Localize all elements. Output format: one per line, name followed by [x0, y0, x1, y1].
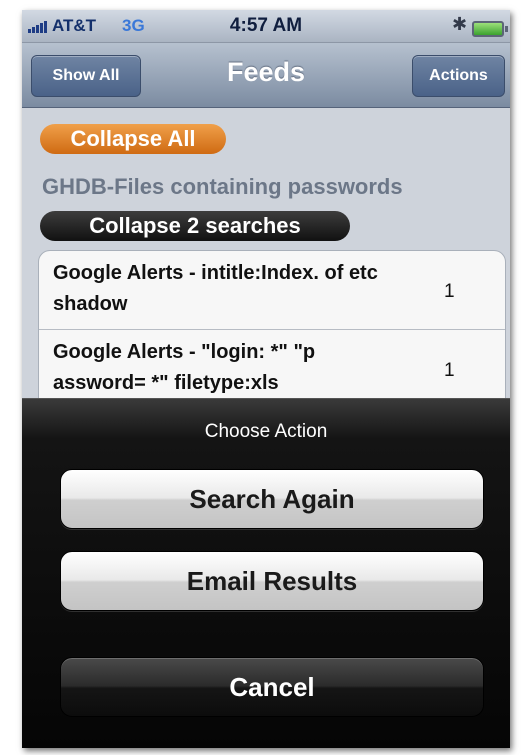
actions-button[interactable]: Actions: [412, 55, 505, 97]
result-count: 1: [444, 360, 455, 381]
cancel-button[interactable]: Cancel: [60, 657, 484, 717]
phone-screen: AT&T 3G 4:57 AM ✱ Show All Feeds Actions…: [22, 10, 510, 748]
result-row[interactable]: Google Alerts - intitle:Index. of etc sh…: [39, 251, 505, 330]
result-title: Google Alerts - intitle:Index. of etc sh…: [53, 262, 378, 315]
feed-content: Collapse All GHDB-Files containing passw…: [22, 108, 510, 452]
collapse-all-button[interactable]: Collapse All: [40, 124, 226, 154]
search-again-button[interactable]: Search Again: [60, 469, 484, 529]
action-sheet: Choose Action Search Again Email Results…: [22, 398, 510, 748]
battery-icon: [472, 21, 508, 37]
navigation-bar: Show All Feeds Actions: [22, 43, 510, 108]
collapse-searches-button[interactable]: Collapse 2 searches: [40, 211, 350, 241]
status-time: 4:57 AM: [229, 15, 303, 36]
action-sheet-title: Choose Action: [204, 421, 328, 442]
feed-group-title: GHDB-Files containing passwords: [42, 174, 403, 199]
result-count: 1: [444, 281, 455, 302]
result-title: Google Alerts - "login: *" "p assword= *…: [53, 341, 316, 394]
email-results-button[interactable]: Email Results: [60, 551, 484, 611]
status-bar: AT&T 3G 4:57 AM ✱: [22, 10, 510, 43]
bluetooth-icon: ✱: [452, 14, 468, 34]
